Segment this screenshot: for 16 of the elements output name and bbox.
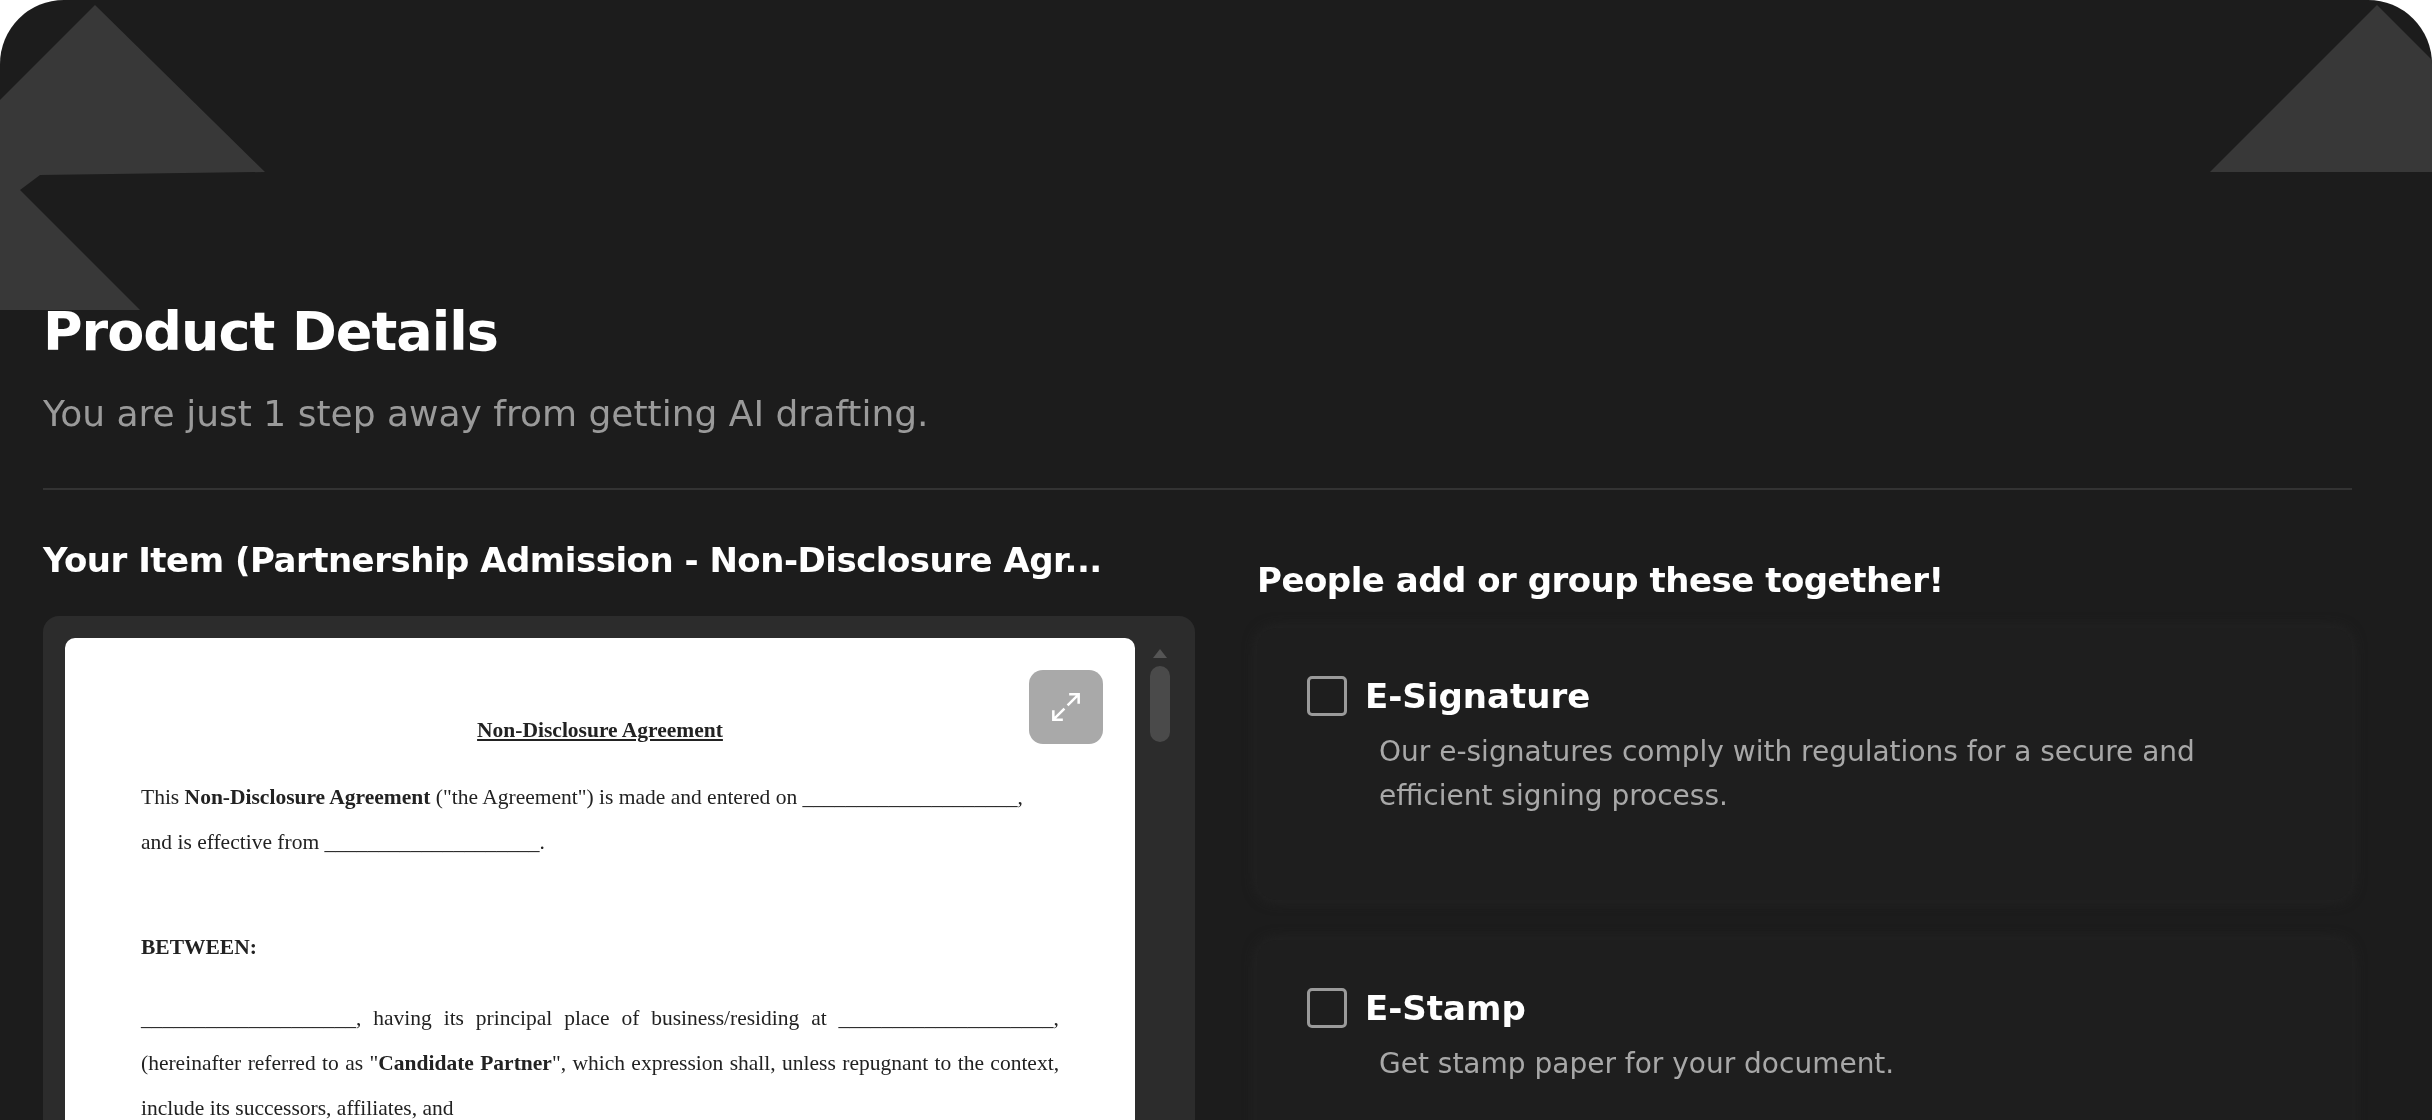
option-title: E-Signature bbox=[1365, 676, 1591, 716]
document-heading: BETWEEN: bbox=[141, 934, 258, 961]
page-title: Product Details bbox=[43, 299, 499, 365]
expand-button[interactable] bbox=[1029, 670, 1103, 744]
section-heading: Your Item (Partnership Admission - Non-Disclosure Agr... bbox=[43, 539, 1103, 582]
document-paragraph: ____________________, having its principal place of business/residing at ____________________, (hereinafter referred to as "Candidate Partner", which expression shall, unless repugnant to the context, include its successors, affiliates, and bbox=[141, 1005, 1059, 1120]
option-description: Our e-signatures comply with regulations for a secure and efficient signing process. bbox=[1379, 734, 2196, 814]
option-description: Get stamp paper for your document. bbox=[1379, 1046, 1896, 1082]
checkbox[interactable] bbox=[1307, 988, 1347, 1028]
scrollbar-thumb[interactable] bbox=[1150, 666, 1170, 742]
page-subtitle: You are just 1 step away from getting AI drafting. bbox=[43, 392, 930, 436]
option-title: E-Stamp bbox=[1365, 988, 1526, 1028]
document-title: Non-Disclosure Agreement bbox=[476, 717, 724, 744]
checkbox[interactable] bbox=[1307, 676, 1347, 716]
section-heading: People add or group these together! bbox=[1257, 559, 1945, 602]
document-paragraph: This Non-Disclosure Agreement ("the Agreement") is made and entered on ____________________, and is effective from ____________________. bbox=[141, 784, 1024, 856]
